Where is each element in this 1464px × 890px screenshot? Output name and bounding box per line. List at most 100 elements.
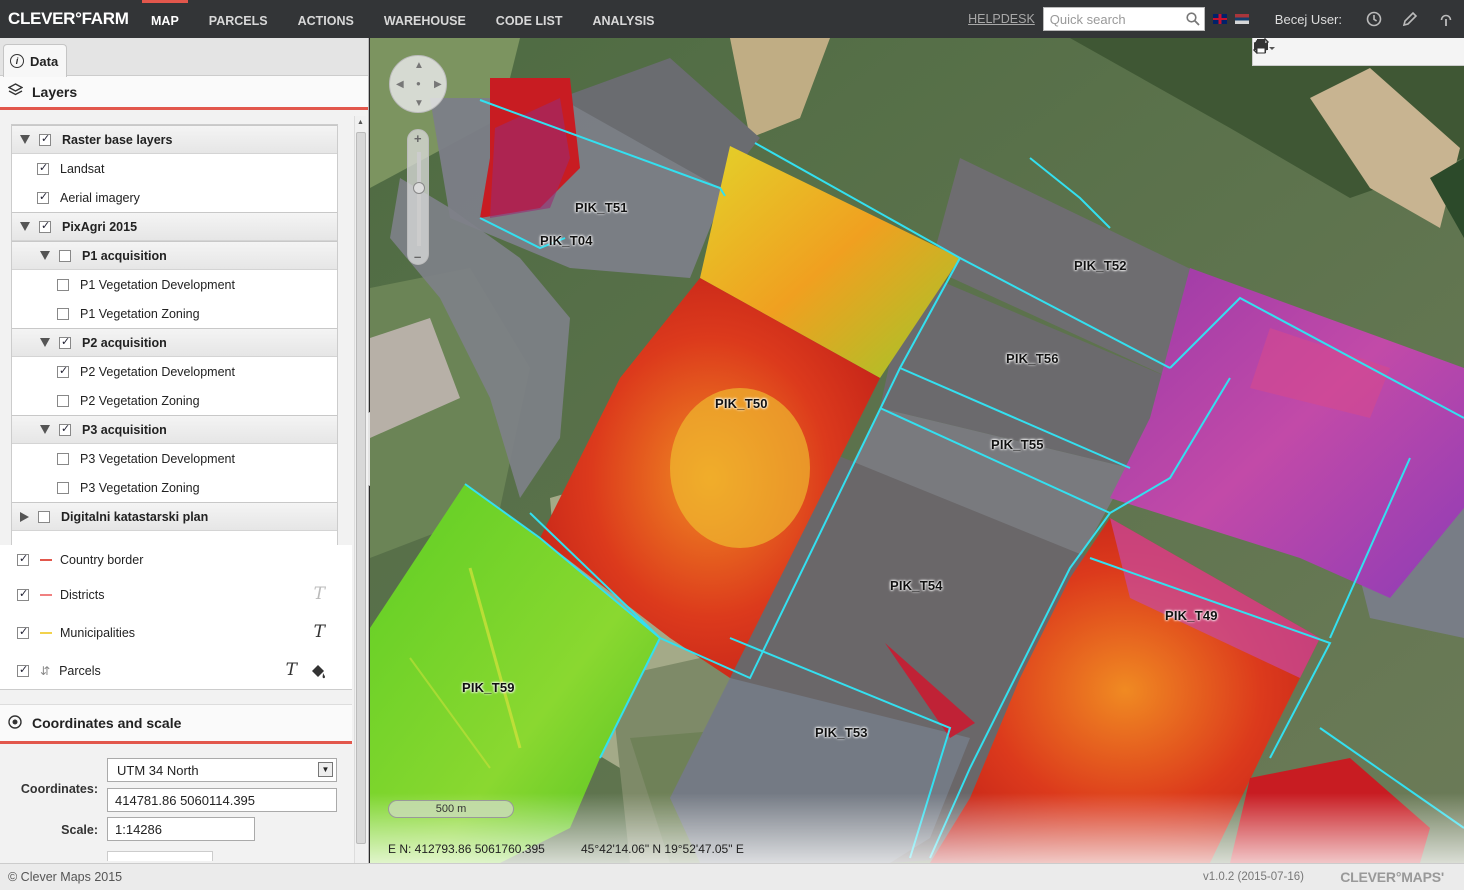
scale-field[interactable]: 1:14286 — [107, 817, 255, 841]
layer-p3-vegetation-zoning[interactable]: P3 Vegetation Zoning — [12, 473, 337, 502]
checkbox[interactable] — [39, 219, 51, 233]
checkbox[interactable] — [59, 422, 71, 436]
zoom-slider[interactable]: + – — [407, 129, 429, 265]
pan-down-icon[interactable]: ▼ — [414, 98, 424, 109]
expand-triangle-icon[interactable] — [20, 511, 29, 522]
nav-actions[interactable]: ACTIONS — [283, 0, 369, 38]
dropdown-arrow-icon[interactable]: ▼ — [318, 762, 333, 777]
layer-parcels[interactable]: ⇵ Parcels T — [17, 656, 337, 685]
parcel-label-pik-t04[interactable]: PIK_T04 — [540, 233, 593, 248]
quick-search-input[interactable] — [1049, 11, 1180, 27]
clock-icon[interactable] — [1356, 0, 1392, 38]
pan-up-icon[interactable]: ▲ — [414, 60, 424, 71]
zoom-knob[interactable] — [413, 182, 425, 194]
english-flag-icon[interactable] — [1212, 14, 1227, 24]
scroll-thumb[interactable] — [356, 132, 366, 844]
parcel-label-pik-t55[interactable]: PIK_T55 — [991, 437, 1044, 452]
group-p2-acquisition[interactable]: P2 acquisition — [12, 328, 337, 357]
nav-warehouse[interactable]: WAREHOUSE — [369, 0, 481, 38]
zoom-out-icon[interactable]: – — [414, 249, 421, 264]
pencil-icon[interactable] — [1392, 0, 1428, 38]
parcel-label-pik-t56[interactable]: PIK_T56 — [1006, 351, 1059, 366]
app-logo[interactable]: CLEVER°FARM — [0, 9, 136, 29]
checkbox[interactable] — [57, 364, 69, 378]
coords-header[interactable]: Coordinates and scale — [0, 704, 352, 744]
layer-country-border[interactable]: Country border — [17, 545, 337, 574]
pan-control[interactable]: ▲ ▼ ◀ ▶ ● — [389, 55, 447, 113]
serbian-flag-icon[interactable] — [1234, 14, 1249, 24]
checkbox[interactable] — [17, 587, 29, 601]
sidebar-scrollbar[interactable]: ▲ ▼ — [354, 116, 366, 890]
coordinates-field[interactable]: 414781.86 5060114.395 — [107, 788, 337, 812]
checkbox[interactable] — [38, 510, 50, 523]
sort-arrows-icon[interactable]: ⇵ — [40, 664, 50, 678]
print-icon[interactable] — [1254, 39, 1455, 63]
checkbox[interactable] — [39, 132, 51, 146]
checkbox[interactable] — [57, 278, 69, 291]
map-canvas[interactable]: PIK_T51 PIK_T04 PIK_T52 PIK_T56 PIK_T50 … — [370, 38, 1464, 863]
layer-p1-vegetation-development[interactable]: P1 Vegetation Development — [12, 270, 337, 299]
label-toggle-icon[interactable]: T — [314, 584, 325, 604]
tab-data[interactable]: i Data — [3, 44, 67, 77]
checkbox[interactable] — [37, 161, 49, 175]
label-toggle-icon[interactable]: T — [286, 660, 297, 680]
checkbox[interactable] — [17, 552, 29, 566]
checkbox[interactable] — [17, 625, 29, 639]
checkbox[interactable] — [57, 452, 69, 465]
group-raster-base-layers[interactable]: Raster base layers — [12, 125, 337, 154]
fill-bucket-icon[interactable] — [309, 663, 327, 679]
helpdesk-link[interactable]: HELPDESK — [968, 12, 1035, 26]
select-polygon-icon[interactable] — [1253, 39, 1313, 63]
nav-analysis[interactable]: ANALYSIS — [577, 0, 669, 38]
group-p3-acquisition[interactable]: P3 acquisition — [12, 415, 337, 444]
nav-code-list[interactable]: CODE LIST — [481, 0, 578, 38]
layer-municipalities[interactable]: Municipalities T — [17, 618, 337, 647]
parcel-label-pik-t52[interactable]: PIK_T52 — [1074, 258, 1127, 273]
group-p1-acquisition[interactable]: P1 acquisition — [12, 241, 337, 270]
layer-p1-vegetation-zoning[interactable]: P1 Vegetation Zoning — [12, 299, 337, 328]
redo-icon[interactable] — [1255, 40, 1398, 63]
pan-right-icon[interactable]: ▶ — [434, 79, 442, 90]
expand-triangle-icon[interactable] — [40, 338, 50, 347]
parcel-label-pik-t54[interactable]: PIK_T54 — [890, 578, 943, 593]
layer-p2-vegetation-zoning[interactable]: P2 Vegetation Zoning — [12, 386, 337, 415]
hidden-button-top[interactable] — [107, 851, 213, 861]
expand-triangle-icon[interactable] — [40, 251, 50, 260]
checkbox[interactable] — [57, 394, 69, 407]
layers-header[interactable]: Layers — [0, 76, 368, 110]
label-toggle-icon[interactable]: T — [314, 622, 325, 642]
layer-aerial-imagery[interactable]: Aerial imagery — [12, 183, 337, 212]
nav-parcels[interactable]: PARCELS — [194, 0, 283, 38]
pan-center-icon[interactable]: ● — [416, 79, 421, 88]
group-digitalni-katastarski-plan[interactable]: Digitalni katastarski plan — [12, 502, 337, 531]
expand-triangle-icon[interactable] — [40, 425, 50, 434]
search-icon[interactable] — [1186, 12, 1200, 26]
layer-p3-vegetation-development[interactable]: P3 Vegetation Development — [12, 444, 337, 473]
nav-map[interactable]: MAP — [136, 0, 194, 38]
pan-left-icon[interactable]: ◀ — [396, 79, 404, 90]
signal-icon[interactable] — [1428, 0, 1464, 38]
layer-p2-vegetation-development[interactable]: P2 Vegetation Development — [12, 357, 337, 386]
checkbox[interactable] — [57, 481, 69, 494]
user-menu[interactable]: Becej User: — [1275, 12, 1342, 27]
checkbox[interactable] — [59, 335, 71, 349]
parcel-label-pik-t59[interactable]: PIK_T59 — [462, 680, 515, 695]
scroll-up-icon[interactable]: ▲ — [357, 119, 364, 126]
ruler-icon[interactable] — [1253, 38, 1426, 63]
checkbox[interactable] — [17, 663, 29, 677]
expand-triangle-icon[interactable] — [20, 135, 30, 144]
expand-triangle-icon[interactable] — [20, 222, 30, 231]
checkbox[interactable] — [57, 307, 69, 320]
group-pixagri-2015[interactable]: PixAgri 2015 — [12, 212, 337, 241]
parcel-label-pik-t49[interactable]: PIK_T49 — [1165, 608, 1218, 623]
projection-select[interactable]: UTM 34 North ▼ — [107, 758, 337, 782]
parcel-label-pik-t50[interactable]: PIK_T50 — [715, 396, 768, 411]
checkbox[interactable] — [59, 249, 71, 262]
zoom-track[interactable] — [417, 152, 421, 246]
checkbox[interactable] — [37, 190, 49, 204]
undo-icon[interactable] — [1254, 40, 1369, 63]
parcel-label-pik-t51[interactable]: PIK_T51 — [575, 200, 628, 215]
zoom-in-icon[interactable]: + — [414, 131, 422, 146]
parcel-label-pik-t53[interactable]: PIK_T53 — [815, 725, 868, 740]
layer-landsat[interactable]: Landsat — [12, 154, 337, 183]
